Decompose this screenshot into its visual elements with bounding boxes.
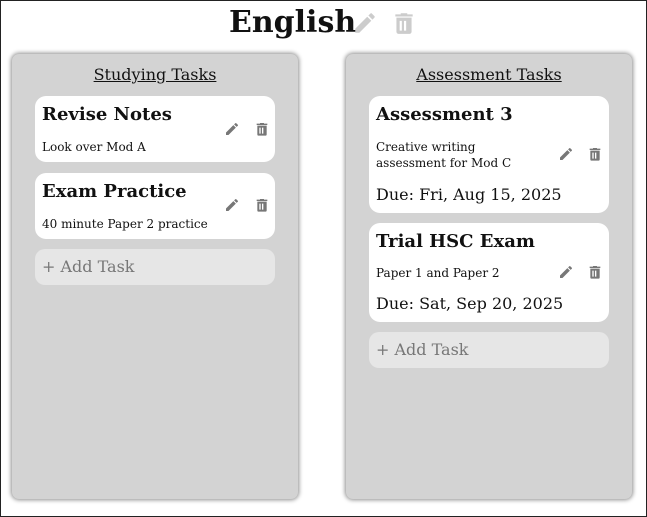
add-task-button[interactable]: + Add Task bbox=[35, 249, 275, 285]
delete-board-trash-icon[interactable] bbox=[391, 10, 417, 36]
edit-task-pencil-icon[interactable] bbox=[224, 197, 240, 213]
task-title: Assessment 3 bbox=[376, 104, 513, 125]
board-header: English bbox=[0, 0, 647, 46]
task-description: Creative writing assessment for Mod C bbox=[376, 140, 512, 170]
board-title: English bbox=[229, 5, 357, 40]
task-due-date: Due: Sat, Sep 20, 2025 bbox=[376, 294, 564, 313]
column-title: Assessment Tasks bbox=[416, 65, 562, 84]
delete-task-trash-icon[interactable] bbox=[587, 146, 603, 162]
task-card[interactable]: Assessment 3 Creative writing assessment… bbox=[369, 96, 609, 213]
task-card[interactable]: Trial HSC Exam Paper 1 and Paper 2 Due: … bbox=[369, 223, 609, 322]
delete-task-trash-icon[interactable] bbox=[254, 197, 270, 213]
task-due-date: Due: Fri, Aug 15, 2025 bbox=[376, 185, 562, 204]
task-card[interactable]: Exam Practice 40 minute Paper 2 practice bbox=[35, 173, 275, 239]
task-title: Exam Practice bbox=[42, 181, 187, 202]
column-title: Studying Tasks bbox=[93, 65, 217, 84]
column-assessment-tasks: Assessment Tasks Assessment 3 Creative w… bbox=[346, 54, 632, 499]
column-studying-tasks: Studying Tasks Revise Notes Look over Mo… bbox=[12, 54, 298, 499]
task-title: Revise Notes bbox=[42, 104, 172, 125]
task-description: 40 minute Paper 2 practice bbox=[42, 217, 208, 231]
edit-task-pencil-icon[interactable] bbox=[224, 121, 240, 137]
edit-task-pencil-icon[interactable] bbox=[558, 146, 574, 162]
delete-task-trash-icon[interactable] bbox=[254, 121, 270, 137]
task-description: Look over Mod A bbox=[42, 140, 146, 154]
task-description: Paper 1 and Paper 2 bbox=[376, 266, 500, 280]
edit-board-pencil-icon[interactable] bbox=[352, 10, 378, 36]
delete-task-trash-icon[interactable] bbox=[587, 264, 603, 280]
task-card[interactable]: Revise Notes Look over Mod A bbox=[35, 96, 275, 162]
edit-task-pencil-icon[interactable] bbox=[558, 264, 574, 280]
add-task-button[interactable]: + Add Task bbox=[369, 332, 609, 368]
task-title: Trial HSC Exam bbox=[376, 231, 535, 252]
